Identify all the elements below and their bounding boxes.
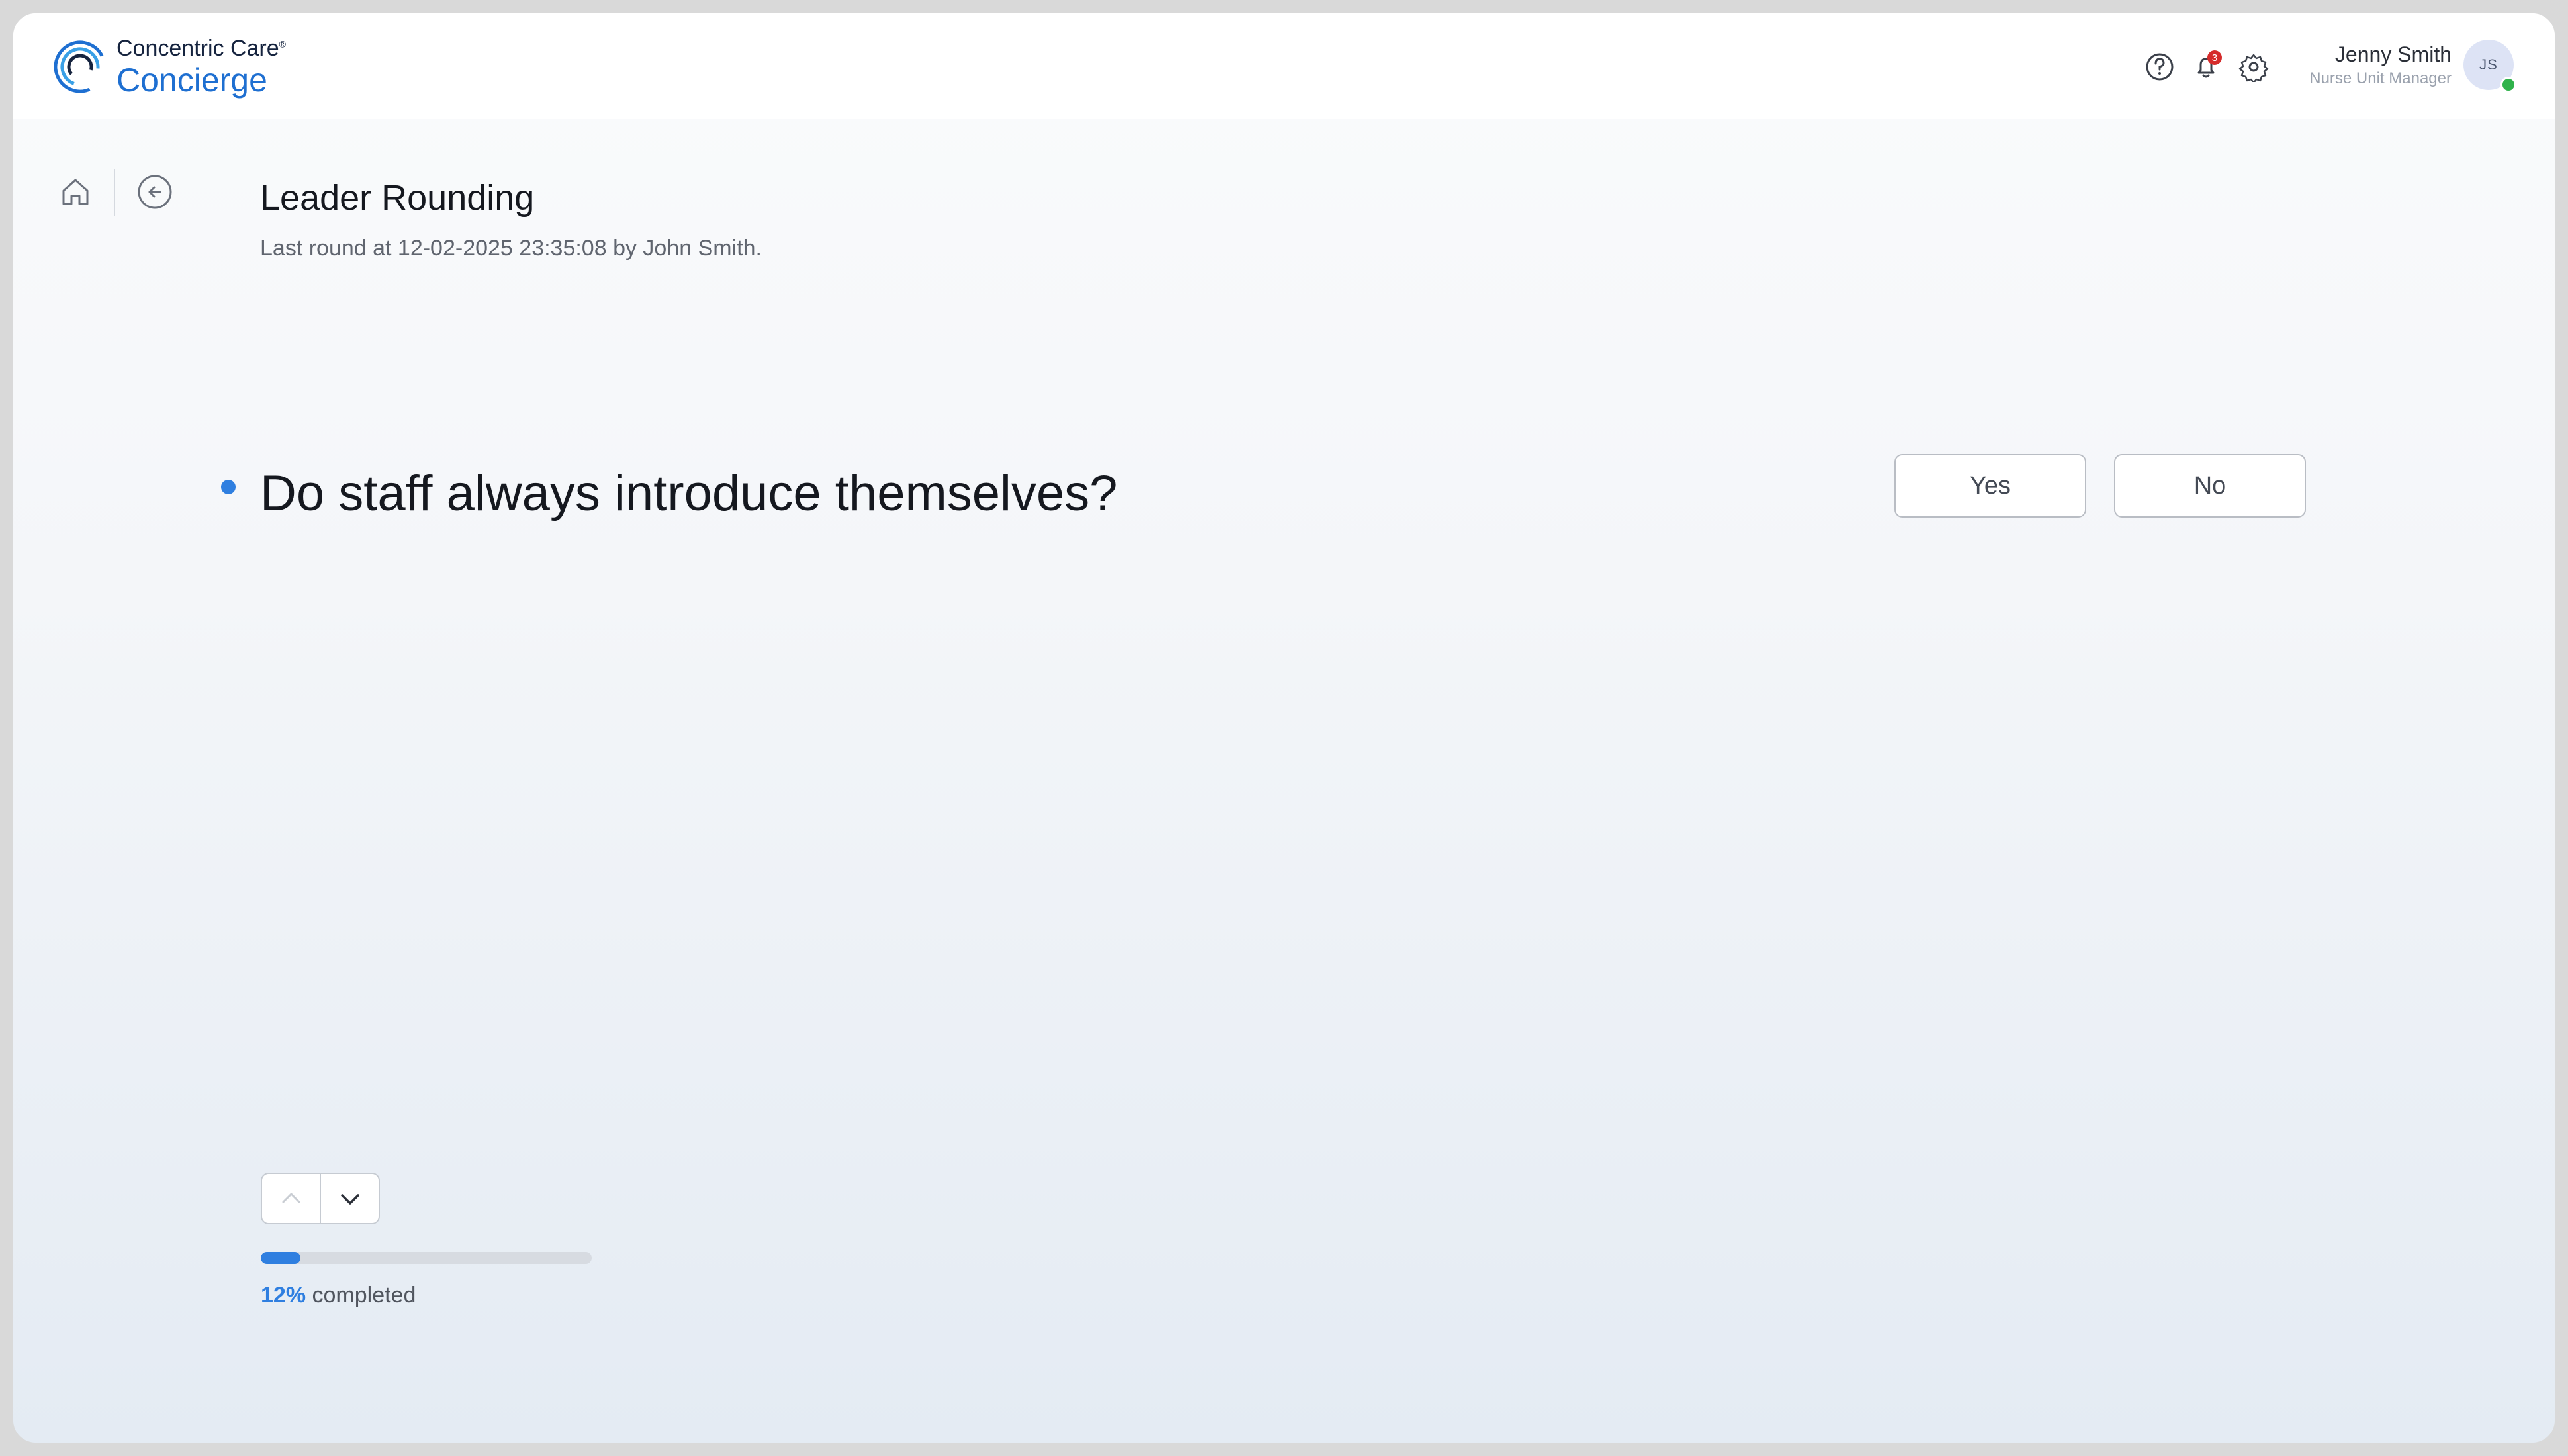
chevron-up-icon (282, 1193, 300, 1203)
next-question-button[interactable] (321, 1174, 379, 1223)
question-text: Do staff always introduce themselves? (260, 465, 1118, 522)
user-name: Jenny Smith (2334, 42, 2452, 66)
logo-mark-icon (54, 40, 107, 93)
question-bullet (221, 480, 236, 494)
last-round-info: Last round at 12-02-2025 23:35:08 by Joh… (260, 236, 762, 261)
registered-mark: ® (279, 38, 286, 50)
previous-question-button[interactable] (262, 1174, 321, 1223)
nav-divider (114, 169, 115, 216)
back-arrow-icon[interactable] (136, 173, 173, 210)
progress-percent: 12% (261, 1283, 306, 1308)
brand-logo[interactable]: Concentric Care® Concierge (52, 37, 286, 97)
brand-name-bottom: Concierge (116, 62, 267, 99)
top-header: Concentric Care® Concierge 3 Jenny Smith… (13, 13, 2555, 119)
online-status-dot (2500, 77, 2516, 93)
yes-button[interactable]: Yes (1894, 454, 2086, 518)
user-role: Nurse Unit Manager (2309, 69, 2452, 87)
user-info[interactable]: Jenny Smith Nurse Unit Manager (2309, 42, 2452, 88)
brand-name-top: Concentric Care (116, 36, 279, 61)
help-icon[interactable] (2144, 52, 2175, 82)
question-stepper (261, 1173, 380, 1224)
progress-bar (261, 1252, 592, 1264)
progress-fill (261, 1252, 300, 1264)
progress-label: 12% completed (261, 1283, 416, 1308)
chevron-down-icon (340, 1194, 359, 1205)
notification-badge: 3 (2207, 50, 2222, 65)
no-button[interactable]: No (2114, 454, 2306, 518)
progress-suffix: completed (312, 1283, 416, 1308)
gear-icon[interactable] (2238, 52, 2269, 82)
home-icon[interactable] (57, 173, 94, 210)
app-window: Concentric Care® Concierge 3 Jenny Smith… (13, 13, 2555, 1443)
page-title: Leader Rounding (260, 178, 535, 218)
